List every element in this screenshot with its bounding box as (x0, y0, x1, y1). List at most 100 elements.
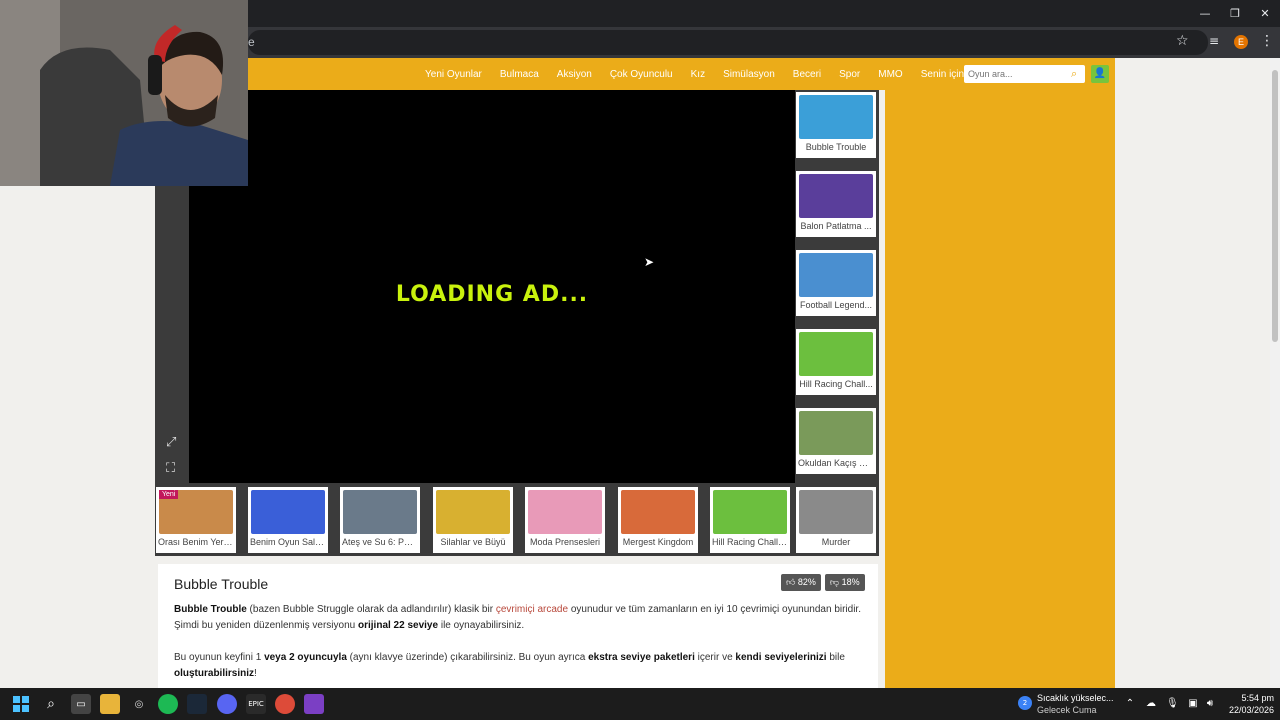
search-icon[interactable]: ⌕ (1071, 67, 1083, 81)
side-game-tile[interactable]: Balon Patlatma ... (796, 171, 876, 237)
game-title: Hill Racing Challe... (712, 537, 790, 547)
task-view-icon[interactable]: ▭ (71, 694, 91, 714)
obs-icon[interactable]: ◎ (129, 694, 149, 714)
side-game-tile[interactable]: Football Legend... (796, 250, 876, 316)
game-description: Bubble Trouble 👍︎ 82% 👎︎ 18% Bubble Trou… (158, 564, 878, 688)
bottom-game-tile[interactable]: Ateş ve Su 6: Peri ... (340, 487, 420, 553)
text: (aynı klavye üzerinde) çıkarabilirsiniz.… (346, 652, 589, 663)
close-button[interactable]: ✕ (1250, 0, 1280, 27)
bottom-game-tile[interactable]: Murder (796, 487, 876, 553)
clock-time: 5:54 pm (1241, 693, 1274, 703)
game-thumbnail (528, 490, 602, 534)
nav-for-you[interactable]: Senin için (921, 69, 964, 80)
text: Bu oyunun keyfini 1 (174, 652, 265, 663)
address-bar[interactable]: e (248, 30, 1208, 55)
discord-icon[interactable] (217, 694, 237, 714)
volume-icon[interactable]: 🔊︎ (1204, 698, 1216, 710)
game-title: Okuldan Kaçış M... (798, 458, 875, 468)
display-icon[interactable]: ▣ (1187, 698, 1199, 710)
microphone-icon[interactable]: 🎙︎ (1166, 698, 1179, 710)
site-header: Yeni Oyunlar Bulmaca Aksiyon Çok Oyuncul… (155, 58, 1115, 90)
nav-multiplayer[interactable]: Çok Oyunculu (610, 69, 673, 80)
rating-bar: 👍︎ 82% 👎︎ 18% (781, 574, 869, 591)
description-paragraph: Bubble Trouble (bazen Bubble Struggle ol… (174, 602, 862, 634)
game-title: Moda Prensesleri (529, 537, 601, 547)
steam-icon[interactable] (187, 694, 207, 714)
tray-overflow-icon[interactable]: ⌃ (1124, 698, 1136, 710)
page-scrollbar[interactable] (1270, 58, 1280, 688)
nav-skill[interactable]: Beceri (793, 69, 821, 80)
game-title: Football Legend... (799, 300, 873, 310)
bottom-game-tile[interactable]: Hill Racing Challe... (710, 487, 790, 553)
bottom-game-tile[interactable]: Benim Oyun Salo... (248, 487, 328, 553)
minimize-button[interactable]: — (1190, 0, 1220, 27)
like-percent: 82% (797, 577, 816, 587)
fullscreen-icon[interactable]: ⛶ (166, 461, 182, 477)
game-thumbnail (621, 490, 695, 534)
ad-side-panel (885, 90, 1115, 688)
arcade-link[interactable]: çevrimiçi arcade (496, 604, 568, 615)
game-thumbnail (436, 490, 510, 534)
text: (bazen Bubble Struggle olarak da adlandı… (246, 604, 496, 615)
side-game-tile[interactable]: Okuldan Kaçış M... (796, 408, 876, 474)
weather-widget[interactable]: Sıcaklık yükselec... Gelecek Cuma (1037, 692, 1114, 716)
restore-button[interactable]: ❐ (1220, 0, 1250, 27)
browser-menu-icon[interactable]: ⋮ (1260, 33, 1274, 49)
bottom-game-tile[interactable]: Silahlar ve Büyü (433, 487, 513, 553)
chrome-icon[interactable] (275, 694, 295, 714)
thumbs-down-icon: 👎︎ (829, 577, 842, 587)
epic-games-icon[interactable]: EPIC (246, 694, 266, 714)
new-badge: Yeni (159, 490, 179, 499)
file-explorer-icon[interactable] (100, 694, 120, 714)
windows-taskbar: ⌕ ▭ ◎ EPIC 2 Sıcaklık yükselec... Gelece… (0, 688, 1280, 720)
dislike-percent: 18% (841, 577, 860, 587)
text: ile oynayabilirsiniz. (438, 620, 525, 631)
weather-title: Sıcaklık yükselec... (1037, 693, 1114, 703)
bottom-game-list: Yeni Orası Benim Yerim! Benim Oyun Salo.… (155, 486, 879, 554)
system-clock[interactable]: 5:54 pm 22/03/2026 (1222, 692, 1274, 716)
game-thumbnail (799, 174, 873, 218)
like-button[interactable]: 👍︎ 82% (781, 574, 821, 591)
text: içerir ve (694, 652, 736, 663)
profile-avatar[interactable]: E (1234, 35, 1248, 49)
game-canvas[interactable]: LOADING AD... ➤ (189, 90, 795, 483)
bookmark-star-icon[interactable]: ☆ (1176, 33, 1192, 49)
webcam-image (0, 0, 248, 186)
nav-new-games[interactable]: Yeni Oyunlar (425, 69, 482, 80)
search-icon[interactable]: ⌕ (41, 694, 61, 714)
nav-simulation[interactable]: Simülasyon (723, 69, 775, 80)
side-game-tile[interactable]: Hill Racing Chall... (796, 329, 876, 395)
side-game-tile[interactable]: Bubble Trouble (796, 92, 876, 158)
user-account-button[interactable]: 👤 (1091, 65, 1109, 83)
game-thumbnail (799, 411, 873, 455)
nav-mmo[interactable]: MMO (878, 69, 902, 80)
category-nav: Yeni Oyunlar Bulmaca Aksiyon Çok Oyuncul… (425, 58, 982, 90)
game-thumbnail (251, 490, 325, 534)
game-thumbnail (799, 490, 873, 534)
nav-sports[interactable]: Spor (839, 69, 860, 80)
game-title: Hill Racing Chall... (799, 379, 873, 389)
bold-text: oluşturabilirsiniz (174, 668, 255, 679)
game-heading: Bubble Trouble (174, 576, 269, 592)
video-editor-icon[interactable] (304, 694, 324, 714)
address-text: e (248, 35, 255, 49)
media-control-icon[interactable]: ≡ (1209, 33, 1225, 49)
dislike-button[interactable]: 👎︎ 18% (824, 574, 865, 591)
text: ! (254, 668, 257, 679)
bottom-game-tile[interactable]: Moda Prensesleri (525, 487, 605, 553)
expand-icon[interactable]: ⤢ (166, 435, 182, 451)
nav-puzzle[interactable]: Bulmaca (500, 69, 539, 80)
cloud-icon[interactable]: ☁ (1145, 698, 1157, 710)
game-title: Mergest Kingdom (622, 537, 694, 547)
nav-action[interactable]: Aksiyon (557, 69, 592, 80)
bold-text: orijinal 22 seviye (358, 620, 439, 631)
windows-start-icon[interactable] (11, 694, 31, 714)
bold-text: Bubble Trouble (174, 604, 247, 615)
search-input[interactable] (968, 67, 1064, 81)
bottom-game-tile[interactable]: Yeni Orası Benim Yerim! (156, 487, 236, 553)
scrollbar-thumb[interactable] (1272, 70, 1278, 342)
bold-text: ekstra seviye paketleri (588, 652, 695, 663)
spotify-icon[interactable] (158, 694, 178, 714)
nav-girl[interactable]: Kız (691, 69, 705, 80)
bottom-game-tile[interactable]: Mergest Kingdom (618, 487, 698, 553)
